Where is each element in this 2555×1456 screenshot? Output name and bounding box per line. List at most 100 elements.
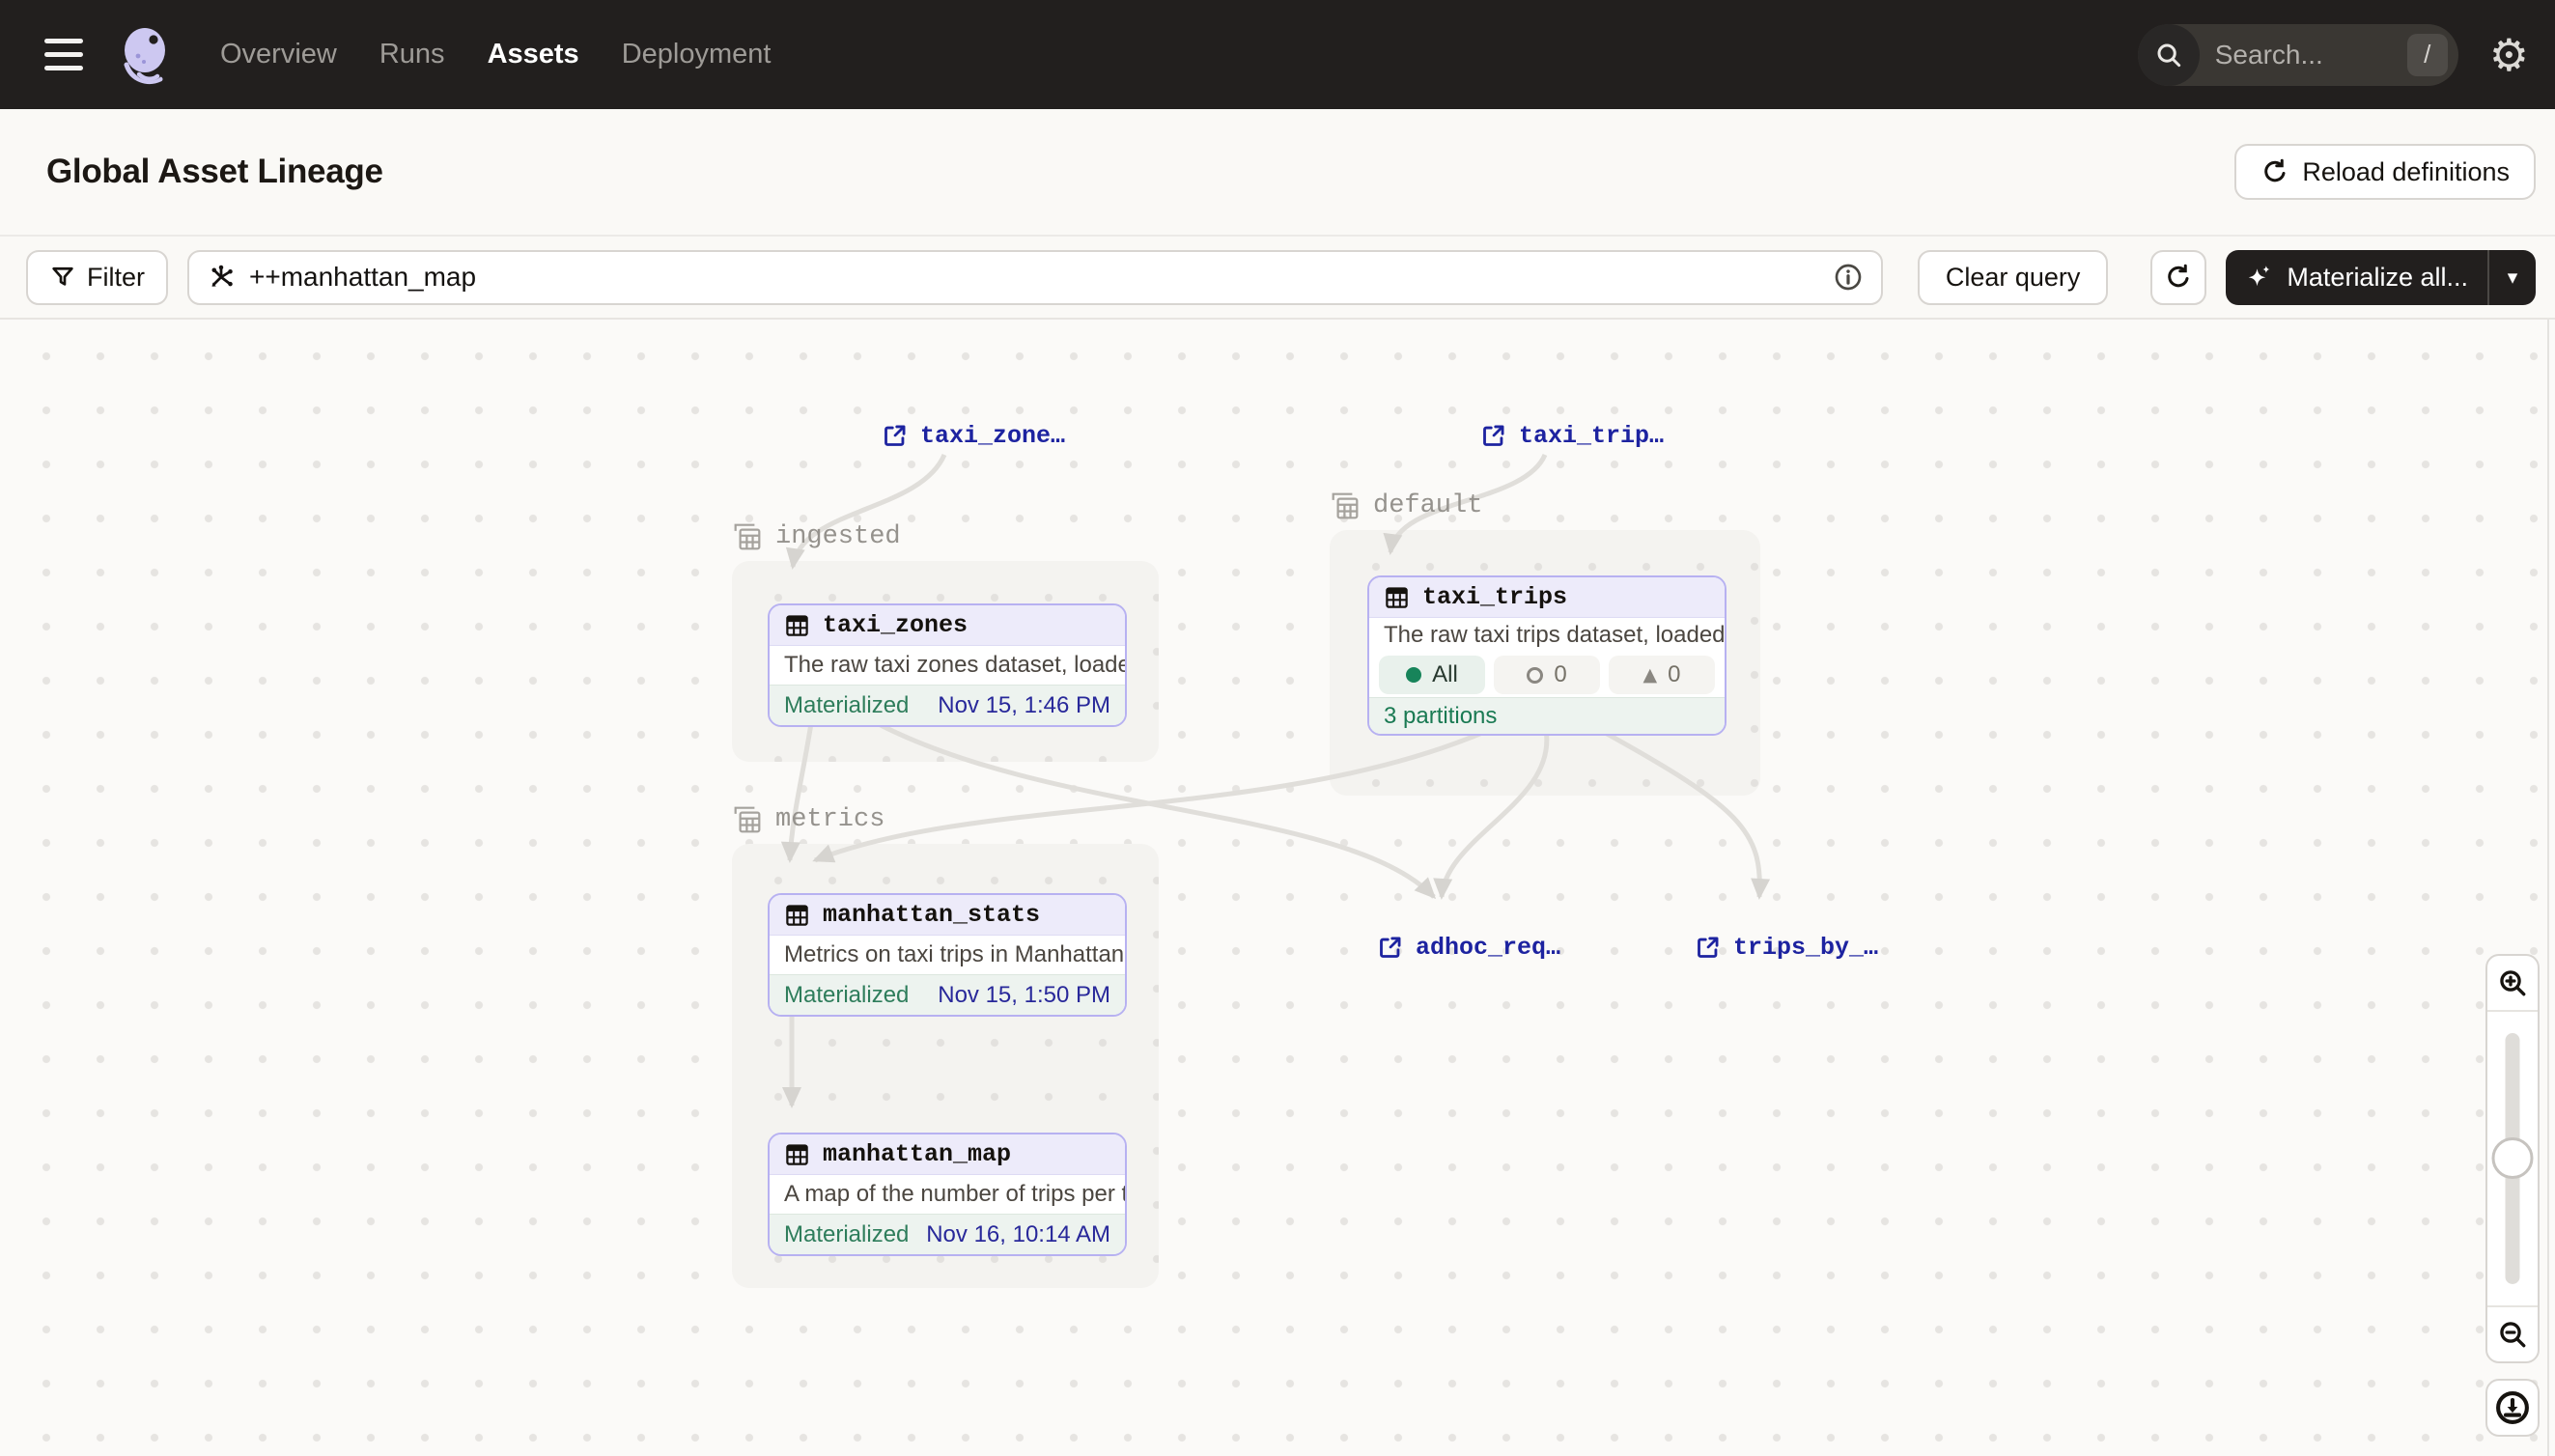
reload-definitions-label: Reload definitions (2302, 157, 2510, 187)
asset-description: The raw taxi trips dataset, loaded into … (1369, 618, 1725, 653)
group-label-metrics[interactable]: metrics (732, 804, 884, 835)
table-icon (784, 902, 810, 928)
asset-node-header: manhattan_map (770, 1134, 1125, 1175)
asset-node-manhattan-map[interactable]: manhattan_map A map of the number of tri… (768, 1133, 1127, 1256)
search-shortcut-badge: / (2407, 34, 2448, 76)
partitions-materialized-pill[interactable]: All (1379, 656, 1485, 694)
partitions-footer[interactable]: 3 partitions (1369, 697, 1725, 734)
partition-health-row: All 0 ▲ 0 (1369, 653, 1725, 697)
zoom-out-button[interactable] (2487, 1305, 2538, 1361)
page-title: Global Asset Lineage (46, 153, 383, 191)
refresh-icon (2164, 263, 2193, 292)
external-link-icon (1695, 935, 1721, 961)
materialize-all-main[interactable]: Materialize all... (2226, 263, 2487, 293)
asset-selection-input[interactable] (249, 262, 1819, 293)
reload-definitions-button[interactable]: Reload definitions (2234, 144, 2536, 200)
lineage-canvas[interactable]: ingested default metrics taxi_zone… taxi… (0, 320, 2555, 1456)
partitions-count-label: 3 partitions (1384, 703, 1497, 730)
nav-links: Overview Runs Assets Deployment (220, 39, 771, 70)
nav-item-overview[interactable]: Overview (220, 39, 337, 70)
asset-node-taxi-trips[interactable]: taxi_trips The raw taxi trips dataset, l… (1367, 575, 1727, 736)
asset-selection-input-box[interactable] (187, 250, 1883, 305)
external-asset-taxi-trip[interactable]: taxi_trip… (1480, 422, 1664, 450)
ring-icon (1527, 667, 1543, 684)
canvas-scrollbar[interactable] (2547, 320, 2549, 1456)
zoom-out-icon (2497, 1319, 2528, 1350)
triangle-icon: ▲ (1643, 666, 1658, 685)
table-icon (784, 1141, 810, 1167)
search-icon (2138, 24, 2200, 86)
status-badge: Materialized (784, 982, 909, 1009)
external-asset-label: taxi_trip… (1519, 422, 1664, 450)
partitions-missing-pill[interactable]: ▲ 0 (1609, 656, 1715, 694)
asset-status-row: Materialized Nov 15, 1:50 PM (770, 974, 1125, 1015)
status-badge: Materialized (784, 1221, 909, 1248)
external-asset-trips-by[interactable]: trips_by_… (1695, 934, 1878, 962)
canvas-controls (2485, 954, 2540, 1437)
download-image-button[interactable] (2485, 1379, 2540, 1437)
materialized-dot-icon (1406, 667, 1421, 683)
page-header: Global Asset Lineage Reload definitions (0, 109, 2555, 237)
asset-node-header: taxi_trips (1369, 577, 1725, 618)
group-name: ingested (775, 522, 901, 551)
external-asset-label: taxi_zone… (920, 422, 1065, 450)
asset-title: manhattan_stats (823, 901, 1040, 929)
nav-item-deployment[interactable]: Deployment (622, 39, 772, 70)
zoom-in-icon (2497, 967, 2528, 998)
group-label-ingested[interactable]: ingested (732, 521, 901, 552)
nav-item-runs[interactable]: Runs (379, 39, 445, 70)
dagster-logo-icon[interactable] (116, 24, 178, 86)
filter-funnel-icon (49, 264, 76, 291)
gear-icon[interactable]: ⚙ (2489, 33, 2529, 77)
lineage-toolbar: Filter Clear query Materialize all... (0, 237, 2555, 320)
zoom-in-button[interactable] (2487, 956, 2538, 1012)
zoom-slider[interactable] (2487, 1012, 2538, 1305)
group-name: metrics (775, 805, 884, 834)
refresh-graph-button[interactable] (2150, 250, 2206, 305)
materialize-all-button[interactable]: Materialize all... ▾ (2226, 250, 2536, 305)
asset-title: taxi_trips (1422, 583, 1567, 611)
table-icon (1384, 584, 1410, 610)
lineage-edges (0, 320, 2555, 1456)
clear-query-button[interactable]: Clear query (1918, 250, 2109, 305)
group-label-default[interactable]: default (1330, 490, 1482, 521)
asset-title: manhattan_map (823, 1140, 1011, 1168)
external-asset-taxi-zone[interactable]: taxi_zone… (882, 422, 1065, 450)
chevron-down-icon[interactable]: ▾ (2489, 266, 2536, 289)
search-input[interactable] (2215, 40, 2407, 70)
asset-node-taxi-zones[interactable]: taxi_zones The raw taxi zones dataset, l… (768, 603, 1127, 727)
group-name: default (1373, 491, 1482, 520)
materialize-all-label: Materialize all... (2287, 263, 2468, 293)
sparkles-icon (2245, 263, 2274, 292)
partitions-all-label: All (1432, 661, 1458, 688)
zoom-slider-thumb[interactable] (2492, 1137, 2534, 1179)
nav-item-assets[interactable]: Assets (488, 39, 579, 70)
top-nav: Overview Runs Assets Deployment / ⚙ (0, 0, 2555, 109)
filter-button[interactable]: Filter (26, 250, 168, 305)
global-search[interactable]: / (2138, 24, 2458, 86)
hamburger-menu-icon[interactable] (44, 39, 83, 70)
asset-status-row: Materialized Nov 15, 1:46 PM (770, 685, 1125, 725)
clear-query-label: Clear query (1946, 263, 2081, 293)
partitions-failed-count: 0 (1554, 661, 1566, 688)
asset-node-header: manhattan_stats (770, 895, 1125, 936)
external-link-icon (882, 423, 908, 449)
info-icon[interactable] (1833, 262, 1864, 293)
asset-group-icon (732, 521, 763, 552)
external-link-icon (1480, 423, 1506, 449)
materialization-timestamp[interactable]: Nov 15, 1:46 PM (938, 692, 1110, 719)
materialization-timestamp[interactable]: Nov 16, 10:14 AM (926, 1221, 1110, 1248)
table-icon (784, 612, 810, 638)
asset-description: Metrics on taxi trips in Manhattan (770, 936, 1125, 974)
partitions-failed-pill[interactable]: 0 (1494, 656, 1600, 694)
asset-description: The raw taxi zones dataset, loaded int..… (770, 646, 1125, 685)
materialization-timestamp[interactable]: Nov 15, 1:50 PM (938, 982, 1110, 1009)
external-asset-adhoc-req[interactable]: adhoc_req… (1377, 934, 1560, 962)
external-link-icon (1377, 935, 1403, 961)
op-selector-icon (207, 263, 236, 292)
status-badge: Materialized (784, 692, 909, 719)
external-asset-label: adhoc_req… (1416, 934, 1560, 962)
partitions-missing-count: 0 (1668, 661, 1680, 688)
asset-node-manhattan-stats[interactable]: manhattan_stats Metrics on taxi trips in… (768, 893, 1127, 1017)
asset-group-icon (732, 804, 763, 835)
